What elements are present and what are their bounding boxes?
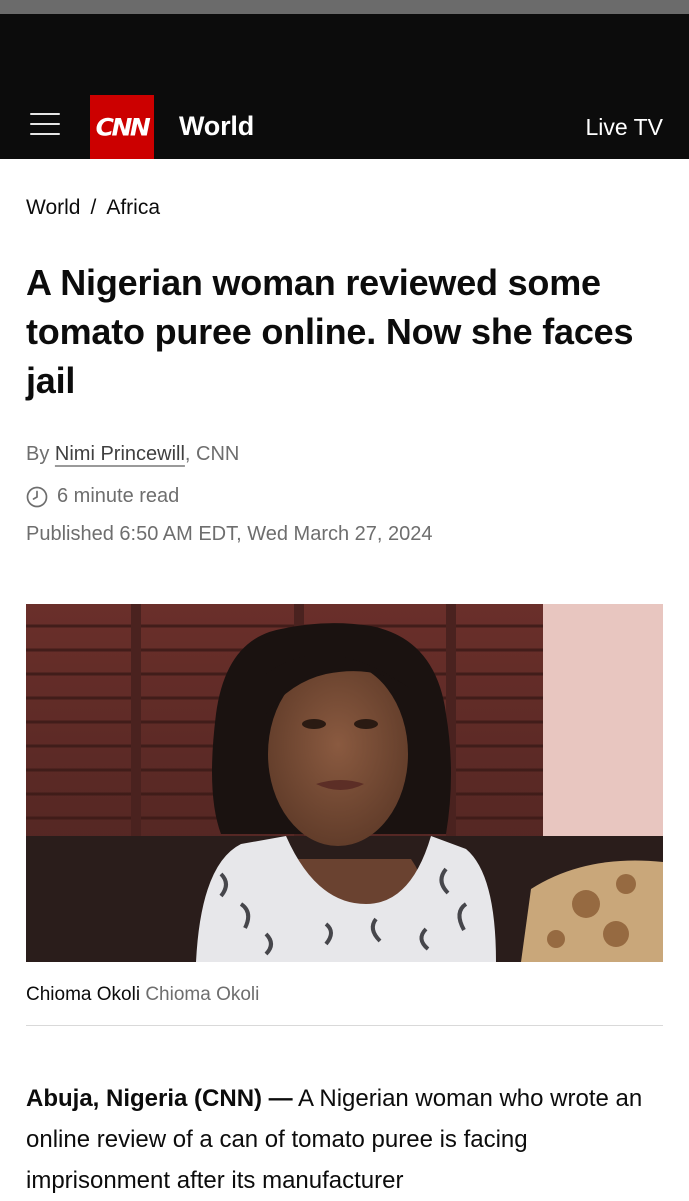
byline: By Nimi Princewill, CNN — [26, 443, 239, 466]
breadcrumb: World / Africa — [26, 196, 160, 220]
article-dateline: Abuja, Nigeria (CNN) — — [26, 1085, 293, 1112]
breadcrumb-africa[interactable]: Africa — [106, 196, 160, 219]
status-bar — [0, 0, 689, 14]
read-time-text: 6 minute read — [57, 485, 180, 507]
author-link[interactable]: Nimi Princewill — [55, 443, 185, 465]
caption-credit: Chioma Okoli — [145, 984, 260, 1005]
published-date: Published 6:50 AM EDT, Wed March 27, 202… — [26, 523, 433, 545]
cnn-logo[interactable]: CNN — [90, 95, 154, 159]
photo-illustration — [26, 604, 663, 962]
caption-text: Chioma Okoli — [26, 984, 141, 1005]
divider — [26, 1025, 663, 1026]
live-tv-link[interactable]: Live TV — [585, 114, 663, 141]
logo-text: CNN — [95, 113, 151, 141]
byline-prefix: By — [26, 443, 55, 465]
section-title[interactable]: World — [179, 111, 254, 142]
breadcrumb-separator: / — [90, 196, 97, 219]
image-caption: Chioma Okoli Chioma Okoli — [26, 984, 259, 1006]
clock-icon — [26, 486, 48, 507]
read-time: 6 minute read — [26, 485, 179, 508]
article-photo[interactable] — [26, 604, 663, 962]
hamburger-menu-icon[interactable] — [30, 111, 60, 137]
breadcrumb-world[interactable]: World — [26, 196, 80, 219]
article-headline: A Nigerian woman reviewed some tomato pu… — [26, 262, 634, 401]
article-body-paragraph: Abuja, Nigeria (CNN) — A Nigerian woman … — [26, 1078, 666, 1201]
byline-suffix: , CNN — [184, 443, 240, 465]
site-header: CNN World Live TV — [0, 14, 689, 159]
